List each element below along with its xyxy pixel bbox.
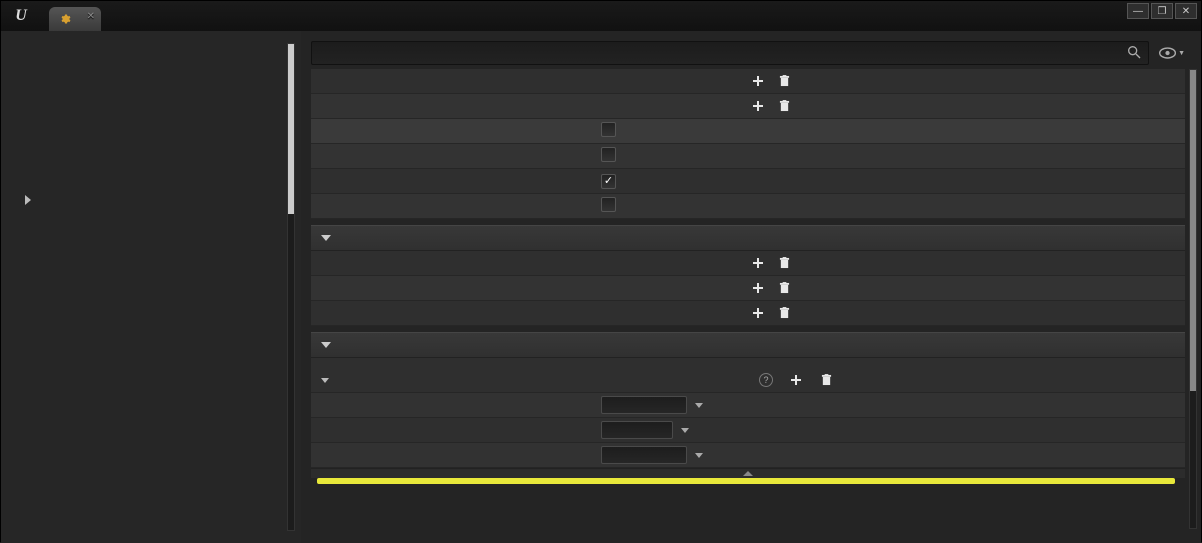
window-maximize-button[interactable]: ❐: [1151, 3, 1173, 19]
tag-field[interactable]: [601, 396, 687, 414]
sidebar-scrollbar[interactable]: [287, 43, 295, 531]
add-icon[interactable]: [751, 256, 765, 270]
add-icon[interactable]: [789, 373, 803, 387]
close-icon[interactable]: ✕: [87, 11, 95, 22]
array-element-row: [311, 443, 1185, 468]
window-close-button[interactable]: ✕: [1175, 3, 1197, 19]
add-icon[interactable]: [751, 99, 765, 113]
trash-icon[interactable]: [777, 74, 791, 88]
window-minimize-button[interactable]: —: [1127, 3, 1149, 19]
highlight-box: [317, 478, 1175, 484]
trash-icon[interactable]: [777, 256, 791, 270]
section-header-asset-registry[interactable]: [311, 332, 1185, 358]
help-icon[interactable]: ?: [759, 373, 773, 387]
trash-icon[interactable]: [777, 281, 791, 295]
tag-field[interactable]: [601, 446, 687, 464]
property-row: [311, 301, 1185, 326]
search-icon: [1126, 44, 1144, 62]
expand-icon[interactable]: [25, 195, 31, 205]
property-row: [311, 194, 1185, 219]
tag-field[interactable]: [601, 421, 673, 439]
view-options-button[interactable]: ▼: [1159, 43, 1185, 63]
dropdown-icon[interactable]: [695, 453, 703, 458]
collapse-bar[interactable]: [311, 468, 1185, 478]
property-row: [311, 144, 1185, 169]
main-scrollbar[interactable]: [1189, 69, 1197, 529]
section-header-redirects[interactable]: [311, 225, 1185, 251]
add-icon[interactable]: [751, 74, 765, 88]
property-row: [311, 169, 1185, 194]
dropdown-icon[interactable]: [681, 428, 689, 433]
checkbox-checked[interactable]: [601, 174, 616, 189]
trash-icon[interactable]: [777, 99, 791, 113]
checkbox[interactable]: [601, 122, 616, 137]
search-box[interactable]: [311, 41, 1149, 65]
checkbox[interactable]: [601, 147, 616, 162]
property-row: [311, 251, 1185, 276]
unreal-logo: U: [1, 1, 41, 31]
array-element-row: [311, 418, 1185, 443]
dropdown-icon[interactable]: [695, 403, 703, 408]
main-panel: ▼: [301, 31, 1201, 543]
chevron-up-icon: [743, 471, 753, 476]
chevron-down-icon: [321, 342, 331, 348]
add-icon[interactable]: [751, 281, 765, 295]
array-element-row: [311, 393, 1185, 418]
tab-project-settings[interactable]: ✕: [49, 7, 101, 31]
search-input[interactable]: [312, 46, 1126, 60]
sidebar: [1, 31, 301, 543]
property-row: [311, 94, 1185, 119]
property-row-expandable[interactable]: ?: [311, 368, 1185, 393]
trash-icon[interactable]: [777, 306, 791, 320]
property-row: [311, 276, 1185, 301]
property-row: [311, 69, 1185, 94]
chevron-down-icon: [321, 378, 329, 383]
add-icon[interactable]: [751, 306, 765, 320]
trash-icon[interactable]: [819, 373, 833, 387]
chevron-down-icon: [321, 235, 331, 241]
title-bar: U ✕ — ❐ ✕: [1, 1, 1201, 31]
checkbox[interactable]: [601, 197, 616, 212]
property-row: [311, 119, 1185, 144]
gear-icon: [59, 13, 71, 25]
